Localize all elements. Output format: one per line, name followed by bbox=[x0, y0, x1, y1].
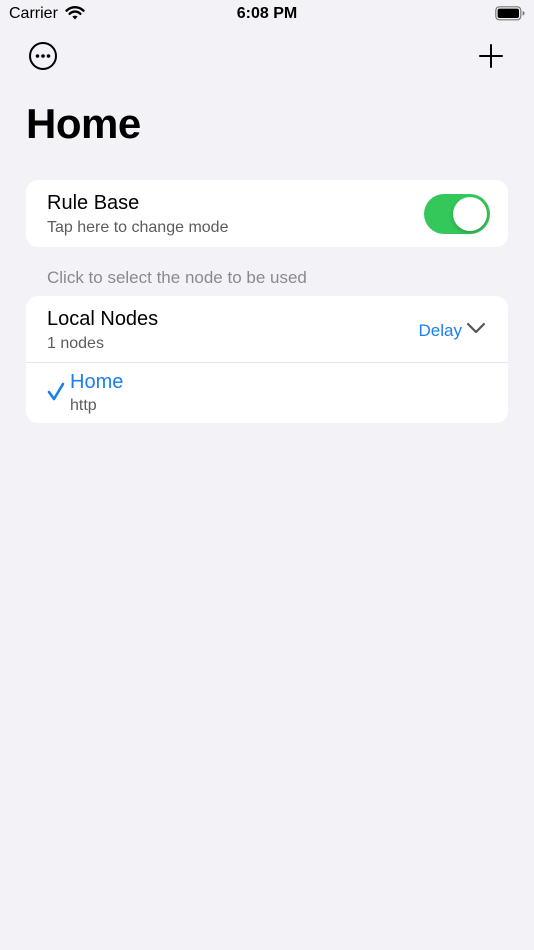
status-bar: Carrier 6:08 PM bbox=[0, 0, 534, 30]
node-name: Home bbox=[70, 371, 124, 393]
section-hint: Click to select the node to be used bbox=[47, 268, 307, 287]
node-group-header[interactable]: Local Nodes 1 nodes Delay bbox=[26, 296, 508, 362]
node-group-card: Local Nodes 1 nodes Delay Home http bbox=[26, 296, 508, 423]
mode-card[interactable]: Rule Base Tap here to change mode bbox=[26, 180, 508, 247]
group-title: Local Nodes bbox=[47, 308, 159, 330]
chevron-down-icon[interactable] bbox=[466, 321, 486, 340]
status-time: 6:08 PM bbox=[236, 5, 298, 22]
sort-delay-button[interactable]: Delay bbox=[419, 321, 462, 341]
page-title: Home bbox=[26, 100, 141, 147]
battery-icon bbox=[495, 6, 525, 26]
toggle-knob bbox=[453, 197, 487, 231]
node-type: http bbox=[70, 397, 97, 414]
mode-toggle[interactable] bbox=[424, 194, 490, 234]
mode-title: Rule Base bbox=[47, 192, 140, 214]
ellipsis-circle-icon bbox=[29, 42, 57, 70]
checkmark-icon bbox=[47, 382, 65, 407]
add-button[interactable] bbox=[474, 39, 508, 73]
plus-icon bbox=[479, 44, 503, 68]
mode-subtitle: Tap here to change mode bbox=[47, 219, 229, 236]
more-button[interactable] bbox=[26, 39, 60, 73]
group-node-count: 1 nodes bbox=[47, 335, 104, 352]
list-item[interactable]: Home http bbox=[26, 363, 508, 423]
